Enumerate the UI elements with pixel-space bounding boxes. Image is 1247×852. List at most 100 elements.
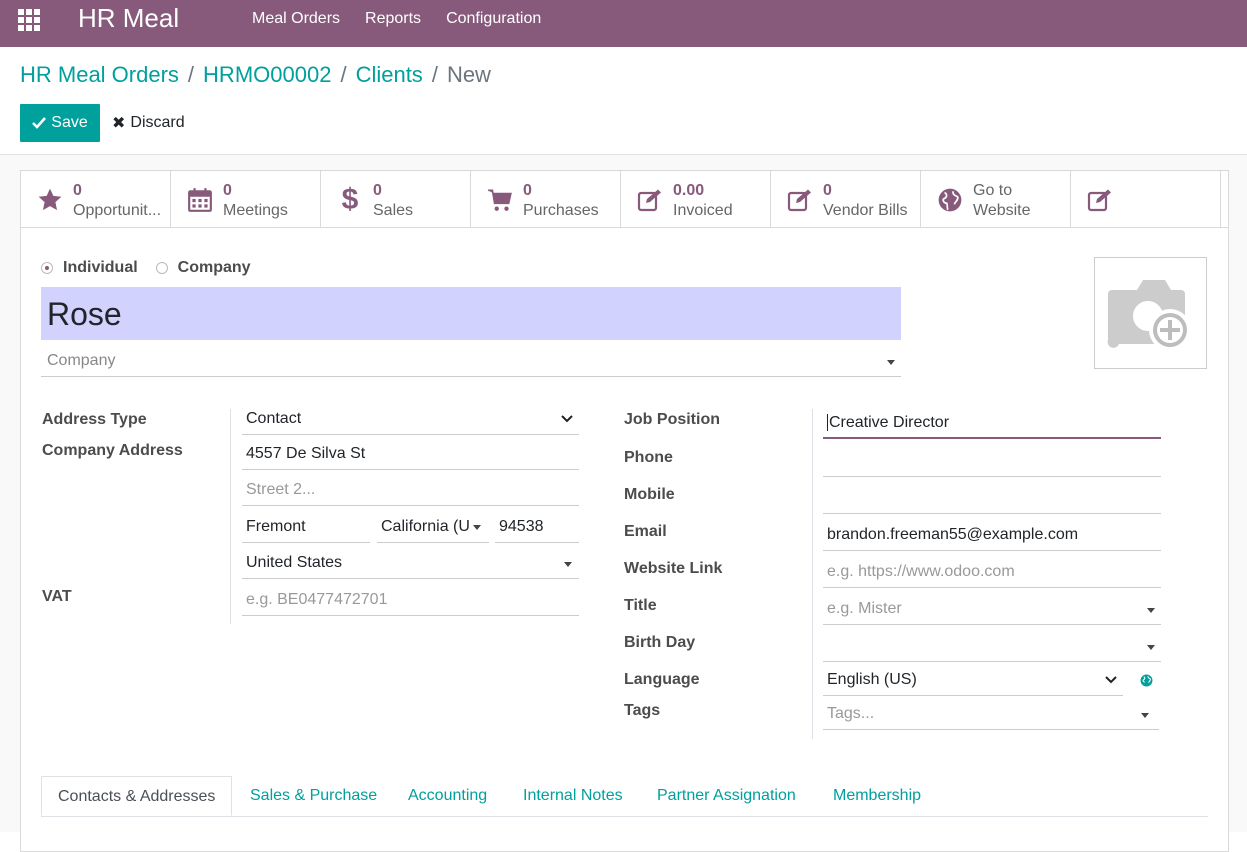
purchases-button[interactable]: 0 Purchases — [471, 171, 621, 227]
menu-reports[interactable]: Reports — [365, 0, 421, 47]
birthday-label: Birth Day — [624, 634, 696, 651]
globe-icon — [937, 187, 963, 213]
invoiced-button[interactable]: 0.00 Invoiced — [621, 171, 771, 227]
notebook-tabs: Contacts & Addresses Sales & Purchase Ac… — [41, 776, 1208, 817]
individual-radio[interactable] — [41, 262, 53, 274]
cart-icon — [487, 187, 513, 213]
tab-internal-notes[interactable]: Internal Notes — [523, 776, 623, 816]
breadcrumb-order[interactable]: HRMO00002 — [203, 62, 331, 87]
meetings-label: Meetings — [223, 202, 288, 219]
go-to-website-button[interactable]: Go to Website — [921, 171, 1071, 227]
language-value: English (US) — [827, 671, 917, 688]
app-brand[interactable]: HR Meal — [78, 3, 179, 34]
job-position-input[interactable]: Creative Director — [823, 409, 1161, 439]
apps-menu-icon[interactable] — [18, 9, 42, 33]
breadcrumb-clients[interactable]: Clients — [356, 62, 423, 87]
discard-button[interactable]: ✖ Discard — [112, 104, 185, 142]
breadcrumb-separator: / — [187, 62, 195, 87]
email-input[interactable]: brandon.freeman55@example.com — [823, 521, 1161, 551]
website-input[interactable]: e.g. https://www.odoo.com — [823, 558, 1161, 588]
vat-input[interactable]: e.g. BE0477472701 — [242, 586, 579, 616]
partner-name-input[interactable]: Rose — [41, 287, 901, 340]
tab-partner-assignation[interactable]: Partner Assignation — [657, 776, 796, 816]
language-globe-icon[interactable] — [1140, 674, 1153, 692]
vendor-bills-label: Vendor Bills — [823, 202, 908, 219]
individual-label[interactable]: Individual — [63, 259, 138, 277]
mobile-input[interactable] — [823, 484, 1161, 514]
city-input[interactable]: Fremont — [242, 513, 370, 543]
save-button-label: Save — [51, 114, 88, 131]
vendor-bills-button[interactable]: 0 Vendor Bills — [771, 171, 921, 227]
title-select[interactable]: e.g. Mister — [823, 595, 1161, 625]
chevron-down-icon — [1105, 676, 1117, 684]
opportunities-count: 0 — [73, 182, 82, 199]
discard-button-label: Discard — [130, 114, 185, 131]
website-label: Website — [973, 202, 1031, 219]
mobile-label: Mobile — [624, 486, 675, 503]
edit-icon — [787, 187, 813, 213]
menu-meal-orders[interactable]: Meal Orders — [252, 0, 340, 47]
job-position-label: Job Position — [624, 411, 720, 428]
more-edit-button[interactable] — [1071, 171, 1221, 227]
company-placeholder: Company — [47, 352, 116, 369]
zip-value: 94538 — [499, 518, 544, 535]
purchases-count: 0 — [523, 182, 532, 199]
breadcrumb-meal-orders[interactable]: HR Meal Orders — [20, 62, 179, 87]
avatar-upload[interactable] — [1094, 257, 1207, 369]
menu-configuration[interactable]: Configuration — [446, 0, 541, 47]
meetings-button[interactable]: 0 Meetings — [171, 171, 321, 227]
main-menu: Meal Orders Reports Configuration — [252, 0, 566, 47]
street2-placeholder: Street 2... — [246, 481, 316, 498]
street-input[interactable]: 4557 De Silva St — [242, 440, 579, 470]
star-icon — [37, 187, 63, 213]
address-type-value: Contact — [246, 410, 302, 427]
opportunities-label: Opportunit... — [73, 202, 162, 219]
sales-count: 0 — [373, 182, 382, 199]
birthday-input[interactable] — [823, 632, 1161, 662]
camera-plus-icon — [1107, 280, 1191, 351]
street2-input[interactable]: Street 2... — [242, 476, 579, 506]
top-navbar: HR Meal Meal Orders Reports Configuratio… — [0, 0, 1247, 47]
edit-icon — [1087, 187, 1113, 213]
phone-label: Phone — [624, 449, 673, 466]
vat-label: VAT — [42, 588, 72, 605]
phone-input[interactable] — [823, 447, 1161, 477]
state-select[interactable]: California (U — [377, 513, 489, 543]
breadcrumb-separator: / — [431, 62, 438, 87]
language-label: Language — [624, 671, 700, 688]
country-select[interactable]: United States — [242, 549, 579, 579]
company-radio[interactable] — [155, 262, 168, 274]
job-position-value: Creative Director — [827, 414, 950, 431]
chevron-down-icon — [561, 415, 573, 423]
company-label[interactable]: Company — [178, 259, 251, 277]
email-value: brandon.freeman55@example.com — [827, 526, 1079, 543]
language-select[interactable]: English (US) — [823, 666, 1123, 696]
close-icon: ✖ — [112, 115, 126, 132]
caret-down-icon — [1147, 645, 1155, 650]
tab-sales-purchase[interactable]: Sales & Purchase — [250, 776, 377, 816]
company-select[interactable]: Company — [41, 343, 901, 377]
sales-button[interactable]: $ 0 Sales — [321, 171, 471, 227]
tags-placeholder: Tags... — [827, 705, 875, 722]
save-button[interactable]: Save — [20, 104, 100, 142]
check-icon — [32, 117, 47, 129]
smart-button-box: 0 Opportunit... 0 Meetings $ 0 Sales 0 P… — [21, 171, 1228, 228]
title-label: Title — [624, 597, 657, 614]
address-type-label: Address Type — [42, 411, 147, 428]
tab-contacts-addresses[interactable]: Contacts & Addresses — [41, 776, 233, 816]
group-divider — [230, 409, 231, 624]
zip-input[interactable]: 94538 — [495, 513, 579, 543]
country-value: United States — [246, 554, 343, 571]
invoiced-label: Invoiced — [673, 202, 733, 219]
tab-accounting[interactable]: Accounting — [408, 776, 487, 816]
opportunities-button[interactable]: 0 Opportunit... — [21, 171, 171, 227]
breadcrumb: HR Meal Orders / HRMO00002 / Clients / New — [20, 62, 491, 88]
calendar-icon — [187, 187, 213, 213]
tab-membership[interactable]: Membership — [833, 776, 921, 816]
title-placeholder: e.g. Mister — [827, 600, 902, 617]
address-type-select[interactable]: Contact — [242, 405, 579, 435]
form-sheet: 0 Opportunit... 0 Meetings $ 0 Sales 0 P… — [20, 170, 1229, 852]
company-address-label: Company Address — [42, 442, 183, 459]
go-to-label: Go to — [973, 182, 1013, 199]
tags-input[interactable]: Tags... — [823, 700, 1159, 730]
